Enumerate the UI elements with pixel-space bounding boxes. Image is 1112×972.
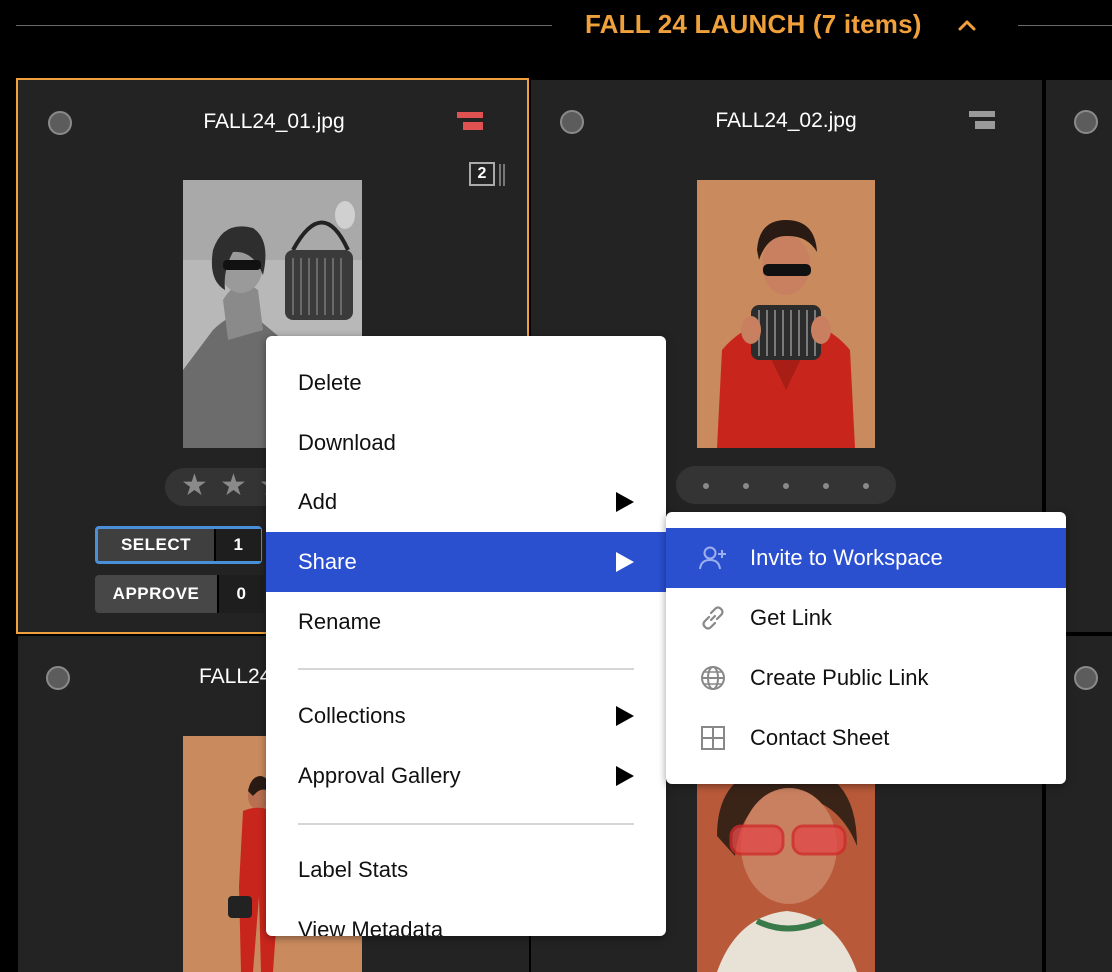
submenu-arrow-icon [616,552,634,572]
version-count: 2 [469,162,495,186]
stack-icon[interactable] [457,110,487,134]
rating-dots[interactable] [676,466,896,504]
version-count-badge[interactable]: 2 [469,162,507,190]
select-radio[interactable] [1074,666,1098,690]
link-icon [702,606,724,630]
select-radio[interactable] [560,110,584,134]
submenu-arrow-icon [616,492,634,512]
menu-item-delete[interactable]: Delete [266,353,666,413]
rating-dot[interactable] [823,483,829,489]
context-menu: Delete Download Add Share Rename Collect… [266,336,666,936]
menu-item-add[interactable]: Add [266,472,666,532]
menu-item-download[interactable]: Download [266,413,666,473]
menu-item-share[interactable]: Share [266,532,666,592]
color-portrait-image [697,180,875,448]
label-count: 0 [217,575,264,613]
menu-item-rename[interactable]: Rename [266,592,666,652]
rating-dot[interactable] [863,483,869,489]
submenu-arrow-icon [616,706,634,726]
label-name: APPROVE [112,584,200,603]
select-radio[interactable] [1074,110,1098,134]
approve-label-button[interactable]: APPROVE 0 [95,575,264,613]
chevron-up-icon[interactable] [955,14,979,38]
asset-grid-view: FALL 24 LAUNCH (7 items) FALL24_01.jpg 2 [0,0,1112,972]
select-radio[interactable] [48,111,72,135]
submenu-arrow-icon [616,766,634,786]
menu-item-label-stats[interactable]: Label Stats [266,840,666,900]
asset-filename: FALL24 [199,665,272,688]
submenu-item-create-public-link[interactable]: Create Public Link [666,648,1066,708]
label-name: SELECT [120,535,192,554]
label-count: 1 [214,529,261,561]
select-radio[interactable] [46,666,70,690]
submenu-item-invite-to-workspace[interactable]: Invite to Workspace [666,528,1066,588]
header-divider-left [16,25,552,26]
grid-icon [701,726,725,750]
menu-item-collections[interactable]: Collections [266,686,666,746]
rating-dot[interactable] [703,483,709,489]
select-label-button[interactable]: SELECT 1 [95,526,262,564]
group-title[interactable]: FALL 24 LAUNCH (7 items) [585,9,922,40]
star-icon[interactable]: ★ [181,471,208,501]
submenu-item-get-link[interactable]: Get Link [666,588,1066,648]
header-divider-right [1018,25,1112,26]
menu-item-approval-gallery[interactable]: Approval Gallery [266,746,666,806]
stack-icon[interactable] [969,109,999,133]
add-user-icon [699,546,726,570]
group-header: FALL 24 LAUNCH (7 items) [0,0,1112,56]
rating-dot[interactable] [743,483,749,489]
star-icon[interactable]: ★ [220,471,247,501]
asset-filename: FALL24_01.jpg [203,110,345,133]
asset-filename: FALL24_02.jpg [715,109,857,132]
globe-icon [701,666,725,690]
submenu-item-contact-sheet[interactable]: Contact Sheet [666,708,1066,768]
share-submenu: Invite to Workspace Get Link Create Publ… [666,512,1066,784]
menu-item-view-metadata[interactable]: View Metadata [266,900,666,936]
menu-divider [298,668,634,670]
menu-divider [298,823,634,825]
asset-thumbnail[interactable] [697,180,875,448]
rating-dot[interactable] [783,483,789,489]
